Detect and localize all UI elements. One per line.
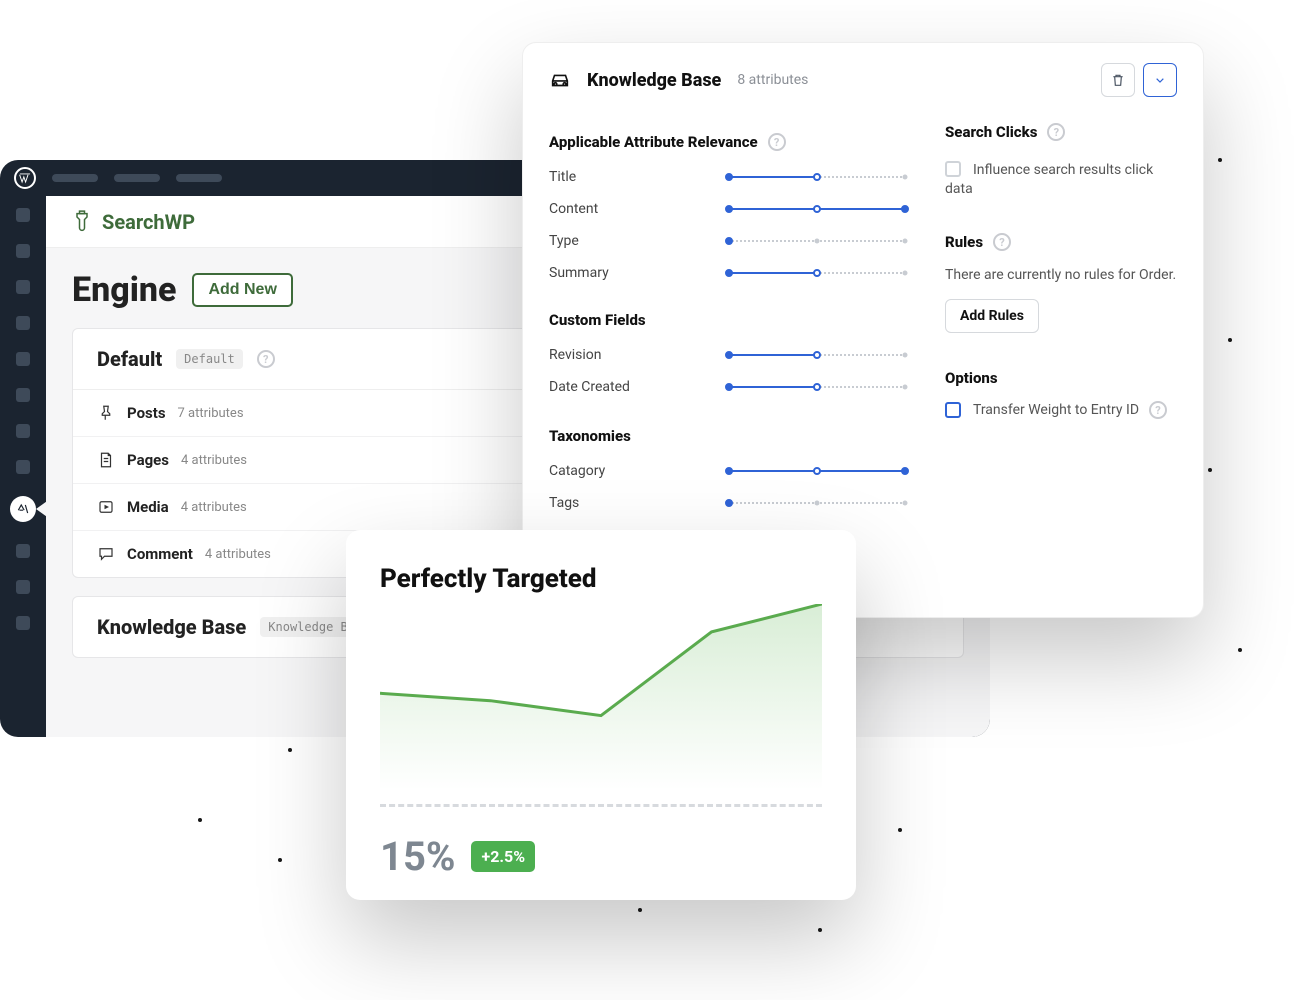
stat-delta-badge: +2.5% [471,841,535,872]
card-title: Knowledge Base [97,615,246,639]
attribute-row: Content [549,193,905,225]
sidebar-item[interactable] [16,460,30,474]
relevance-slider[interactable] [729,266,905,280]
stat-value: 15% [380,833,455,880]
rules-title: Rules [945,233,983,251]
attribute-label: Type [549,233,579,249]
sidebar-item[interactable] [16,388,30,402]
media-icon [97,498,115,516]
source-label: Comment [127,545,193,563]
source-label: Media [127,498,169,516]
topbar-placeholder [114,174,160,182]
help-icon[interactable]: ? [768,133,786,151]
options-title: Options [945,369,998,387]
topbar-placeholder [52,174,98,182]
pin-icon [97,404,115,422]
card-title: Default [97,347,162,371]
panel-title: Knowledge Base [587,70,721,91]
attribute-label: Tags [549,495,579,511]
collapse-button[interactable] [1143,63,1177,97]
attribute-label: Summary [549,265,609,281]
help-icon[interactable]: ? [993,233,1011,251]
attribute-label: Content [549,201,598,217]
delete-button[interactable] [1101,63,1135,97]
attribute-label: Catagory [549,463,605,479]
attribute-label: Revision [549,347,602,363]
relevance-slider[interactable] [729,234,905,248]
attribute-row: Catagory [549,455,905,487]
help-icon[interactable]: ? [1047,123,1065,141]
comment-icon [97,545,115,563]
search-clicks-title: Search Clicks [945,123,1037,141]
relevance-slider[interactable] [729,170,905,184]
car-icon [549,69,571,91]
section-title: Taxonomies [549,427,631,445]
add-rules-button[interactable]: Add Rules [945,299,1039,333]
attribute-row: Summary [549,257,905,289]
wp-sidebar [0,196,46,737]
relevance-slider[interactable] [729,348,905,362]
rules-note: There are currently no rules for Order. [945,267,1177,283]
sidebar-item[interactable] [16,424,30,438]
section-title: Custom Fields [549,311,646,329]
help-icon[interactable]: ? [1149,401,1167,419]
source-count: 4 attributes [205,547,271,562]
help-icon[interactable]: ? [257,350,275,368]
page-icon [97,451,115,469]
relevance-slider[interactable] [729,496,905,510]
relevance-slider[interactable] [729,380,905,394]
transfer-weight-label: Transfer Weight to Entry ID [973,402,1139,418]
relevance-slider[interactable] [729,464,905,478]
attribute-row: Revision [549,339,905,371]
source-count: 7 attributes [178,406,244,421]
source-label: Posts [127,404,166,422]
sidebar-item[interactable] [16,244,30,258]
wordpress-logo-icon [14,167,36,189]
page-title: Engine [72,270,176,310]
attribute-row: Date Created [549,371,905,403]
sidebar-item[interactable] [16,280,30,294]
searchwp-name: SearchWP [102,210,195,234]
stats-title: Perfectly Targeted [380,564,822,594]
topbar-placeholder [176,174,222,182]
source-label: Pages [127,451,169,469]
relevance-slider[interactable] [729,202,905,216]
attribute-row: Type [549,225,905,257]
attribute-row: Title [549,161,905,193]
sidebar-item[interactable] [16,544,30,558]
sidebar-item[interactable] [16,616,30,630]
attribute-label: Date Created [549,379,630,395]
clicks-checkbox[interactable] [945,161,961,177]
divider [380,804,822,807]
source-count: 4 attributes [181,500,247,515]
sidebar-item[interactable] [16,580,30,594]
attribute-label: Title [549,169,576,185]
stats-card: Perfectly Targeted 15% +2.5% [346,530,856,900]
sidebar-item[interactable] [16,352,30,366]
searchwp-logo-icon [72,208,92,236]
sidebar-item[interactable] [16,316,30,330]
panel-subtitle: 8 attributes [737,72,808,88]
clicks-label: Influence search results click data [945,162,1153,197]
card-tag: Default [176,349,243,369]
section-title: Applicable Attribute Relevance [549,133,758,151]
attribute-row: Tags [549,487,905,519]
sidebar-item[interactable] [16,208,30,222]
source-count: 4 attributes [181,453,247,468]
stats-chart [380,604,822,790]
transfer-weight-checkbox[interactable] [945,402,961,418]
sidebar-item-searchwp-active[interactable] [10,496,36,522]
add-new-button[interactable]: Add New [192,273,292,307]
